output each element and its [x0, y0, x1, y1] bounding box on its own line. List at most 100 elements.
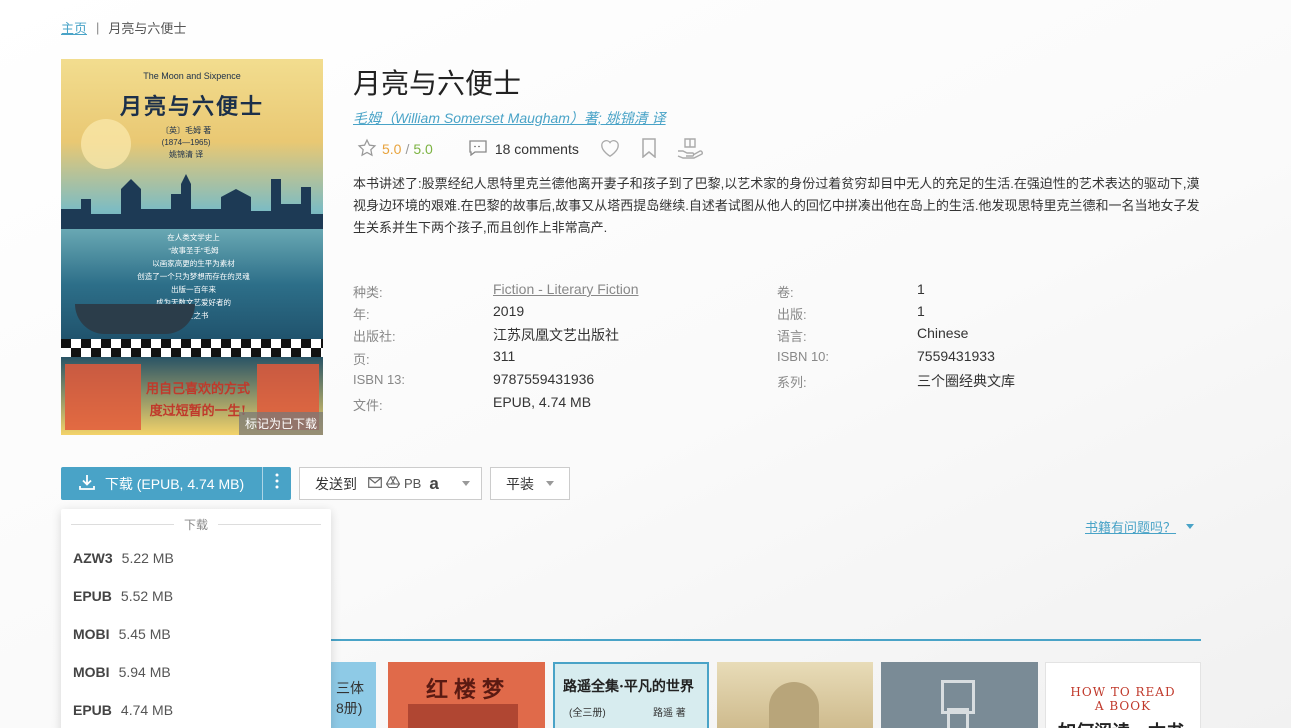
- property-label: ISBN 13:: [353, 372, 406, 387]
- send-to-label: 发送到: [315, 475, 357, 492]
- book-title: 月亮与六便士: [353, 68, 522, 99]
- cover-ribbon: [65, 364, 141, 430]
- similar-book[interactable]: 三体 8册): [330, 662, 376, 728]
- property-value: Chinese: [917, 325, 969, 341]
- dropdown-header-rule: [218, 524, 322, 525]
- cover-slogan: 用自己喜欢的方式 度过短暂的一生!: [146, 379, 250, 423]
- property-value: 1: [917, 303, 925, 319]
- format-name: MOBI: [73, 664, 110, 680]
- similar-book-emblem: [947, 708, 969, 728]
- property-value: 311: [493, 348, 516, 364]
- chevron-down-icon: [1186, 524, 1195, 529]
- similar-book-title: 三体 8册): [336, 678, 364, 718]
- book-description: 本书讲述了:股票经纪人思特里克兰德他离开妻子和孩子到了巴黎,以艺术家的身份过着贫…: [353, 176, 1200, 235]
- property-label: 卷:: [777, 285, 794, 300]
- similar-book-box-art: [408, 704, 518, 728]
- book-problem-link[interactable]: 书籍有问题吗？: [1085, 517, 1195, 536]
- book-cover[interactable]: The Moon and Sixpence 月亮与六便士 〔英〕毛姆 著 (18…: [61, 59, 323, 435]
- property-value: 三个圈经典文库: [917, 373, 1015, 389]
- property-value: 7559431933: [917, 348, 995, 364]
- similar-book[interactable]: [881, 662, 1038, 728]
- chevron-down-icon: [461, 481, 470, 486]
- cover-title-cn: 月亮与六便士: [119, 94, 264, 120]
- property-label: 文件:: [353, 398, 383, 413]
- dropdown-header-label: 下载: [184, 518, 209, 532]
- property-value: 1: [917, 281, 925, 297]
- breadcrumb-home-link[interactable]: 主页: [61, 18, 87, 37]
- download-format-item[interactable]: AZW3 5.22 MB: [73, 550, 174, 566]
- google-drive-icon: [385, 476, 401, 491]
- dropdown-header: 下载: [61, 516, 331, 533]
- mail-icon: [368, 476, 382, 491]
- send-services: PB a: [368, 474, 439, 494]
- cover-blurb-line: 在人类文学史上: [167, 233, 220, 242]
- download-format-item[interactable]: MOBI 5.45 MB: [73, 626, 171, 642]
- download-formats-dropdown: 下载 AZW3 5.22 MB EPUB 5.52 MB MOBI 5.45 M…: [61, 509, 331, 728]
- send-to-button[interactable]: 发送到 PB a: [299, 467, 482, 500]
- comments-link[interactable]: 18 comments: [469, 139, 579, 159]
- cover-checker-pattern: [61, 348, 323, 357]
- cover-slogan-line: 用自己喜欢的方式: [146, 382, 251, 397]
- download-format-item[interactable]: EPUB 4.74 MB: [73, 702, 173, 718]
- book-authors-link[interactable]: 毛姆（William Somerset Maugham）著; 姚锦清 译: [353, 108, 666, 128]
- book-problem-label: 书籍有问题吗？: [1085, 520, 1177, 535]
- cover-blurb-line: 创造了一个只为梦想而存在的灵魂: [137, 272, 250, 281]
- paperback-button[interactable]: 平装: [490, 467, 570, 500]
- cover-blurb-line: 出版一百年来: [171, 285, 216, 294]
- cover-author-line: 〔英〕毛姆 著: [161, 126, 212, 135]
- cover-blurb-line: “故事圣手”毛姆: [168, 246, 219, 255]
- similar-book-title-cn: 如何阅读一本书: [1058, 718, 1184, 728]
- chevron-down-icon: [546, 481, 554, 486]
- similar-book-portrait: [769, 682, 819, 728]
- property-value: EPUB, 4.74 MB: [493, 394, 592, 410]
- pocketbook-label: PB: [404, 476, 422, 491]
- similar-book-title-line: 8册): [336, 700, 363, 716]
- rating-separator: /: [405, 141, 410, 157]
- cover-translator: 姚锦清 译: [169, 150, 204, 159]
- format-size: 4.74 MB: [120, 702, 174, 718]
- property-label: 种类:: [353, 285, 383, 300]
- cover-title-en: The Moon and Sixpence: [143, 71, 241, 81]
- format-name: AZW3: [73, 550, 113, 566]
- property-label: 系列:: [777, 375, 807, 390]
- property-category-link[interactable]: Fiction - Literary Fiction: [493, 281, 638, 297]
- similar-book[interactable]: [717, 662, 873, 728]
- download-format-item[interactable]: EPUB 5.52 MB: [73, 588, 173, 604]
- property-label: 出版:: [777, 307, 807, 322]
- similar-book-title-line: A BOOK: [1094, 699, 1152, 713]
- similar-book[interactable]: 红楼梦: [388, 662, 545, 728]
- download-format-item[interactable]: MOBI 5.94 MB: [73, 664, 171, 680]
- download-more-button[interactable]: [262, 467, 291, 500]
- similar-book[interactable]: 路遥全集·平凡的世界 (全三册) 路遥 著: [553, 662, 709, 728]
- download-button[interactable]: 下载 (EPUB, 4.74 MB): [61, 467, 262, 500]
- section-divider: [330, 639, 1201, 641]
- similar-book[interactable]: HOW TO READ A BOOK 如何阅读一本书: [1045, 662, 1201, 728]
- heart-icon[interactable]: [599, 138, 621, 161]
- format-name: MOBI: [73, 626, 110, 642]
- book-meta-row: 5.0 / 5.0 18 comments: [357, 137, 703, 162]
- similar-book-title-line: 三体: [336, 680, 364, 696]
- cover-skyline: [61, 174, 323, 229]
- format-size: 5.52 MB: [120, 588, 174, 604]
- property-label: 年:: [353, 307, 370, 322]
- hand-book-icon[interactable]: [677, 137, 703, 162]
- mark-downloaded-button[interactable]: 标记为已下载: [238, 412, 323, 435]
- star-icon[interactable]: [357, 138, 377, 161]
- property-label: 出版社:: [353, 329, 396, 344]
- similar-book-author: 路遥 著: [653, 708, 686, 719]
- bookmark-icon[interactable]: [641, 137, 657, 161]
- breadcrumb-separator: |: [96, 20, 100, 35]
- breadcrumb: 主页 | 月亮与六便士: [61, 18, 186, 37]
- property-value: 9787559431936: [493, 371, 595, 387]
- format-size: 5.22 MB: [121, 550, 174, 566]
- similar-book-subtitle: (全三册): [569, 708, 606, 719]
- breadcrumb-current: 月亮与六便士: [108, 21, 187, 36]
- rating-value: 5.0: [382, 141, 402, 157]
- download-button-group: 下载 (EPUB, 4.74 MB): [61, 467, 291, 500]
- property-label: ISBN 10:: [777, 349, 830, 364]
- format-name: EPUB: [73, 702, 112, 718]
- comment-icon: [469, 139, 487, 159]
- download-icon: [78, 474, 95, 493]
- similar-book-title-line: HOW TO READ: [1070, 685, 1176, 699]
- cover-blurb-line: 以画家高更的生平为素材: [152, 259, 235, 268]
